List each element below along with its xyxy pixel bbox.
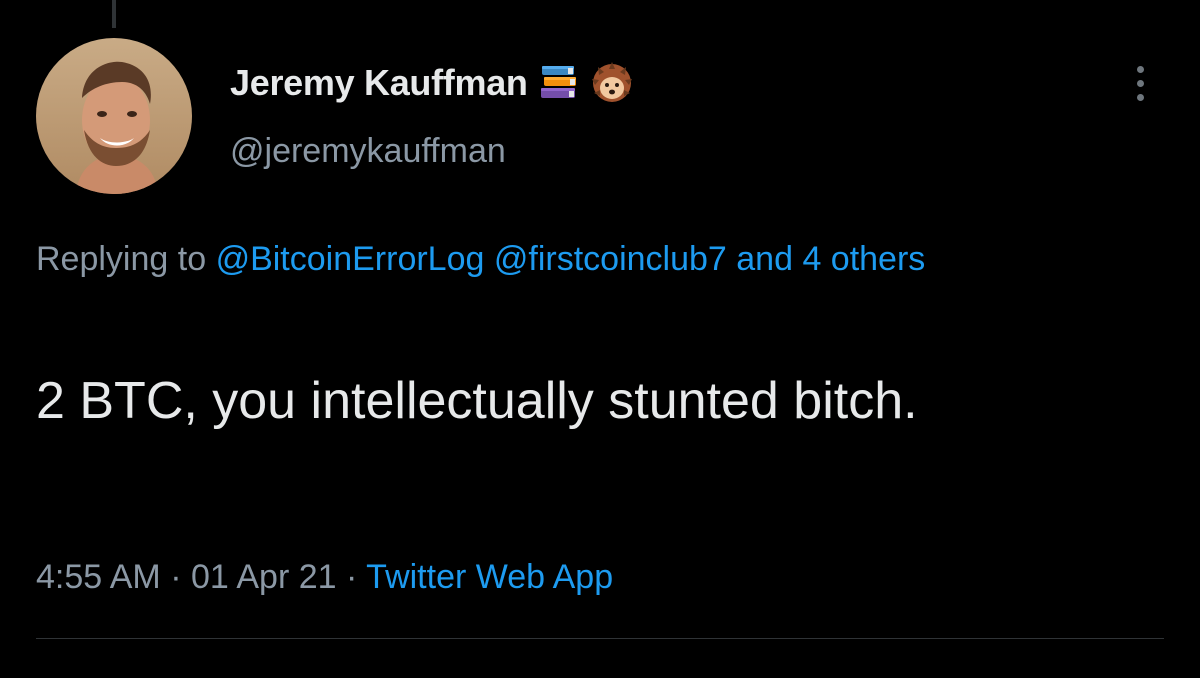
meta-separator: ·	[170, 558, 182, 596]
replying-to-label: Replying to	[36, 240, 207, 278]
replying-to-context: Replying to @BitcoinErrorLog @firstcoinc…	[36, 233, 1146, 285]
more-dot	[1136, 79, 1144, 87]
author-name-row[interactable]: Jeremy Kauffman	[230, 58, 634, 108]
hedgehog-emoji-icon	[590, 61, 634, 105]
author-handle[interactable]: @jeremykauffman	[230, 132, 506, 171]
tweet-text: 2 BTC, you intellectually stunted bitch.	[36, 372, 918, 430]
mention-link[interactable]: @firstcoinclub7	[494, 240, 727, 278]
more-vertical-icon[interactable]	[1120, 58, 1160, 108]
divider	[36, 638, 1164, 639]
more-dot	[1136, 93, 1144, 101]
tweet-meta: 4:55 AM · 01 Apr 21 · Twitter Web App	[36, 553, 613, 601]
tweet-source-link[interactable]: Twitter Web App	[366, 558, 613, 596]
more-dot	[1136, 65, 1144, 73]
others-mentions-link[interactable]: and 4 others	[736, 240, 925, 278]
mention-link[interactable]: @BitcoinErrorLog	[216, 240, 485, 278]
thread-connector-line	[112, 0, 116, 28]
books-emoji-icon	[538, 62, 580, 104]
avatar[interactable]	[36, 38, 192, 194]
tweet-time[interactable]: 4:55 AM	[36, 558, 161, 596]
avatar-photo	[36, 38, 192, 194]
meta-separator: ·	[346, 558, 358, 596]
tweet-date[interactable]: 01 Apr 21	[191, 558, 337, 596]
author-display-name[interactable]: Jeremy Kauffman	[230, 62, 528, 104]
